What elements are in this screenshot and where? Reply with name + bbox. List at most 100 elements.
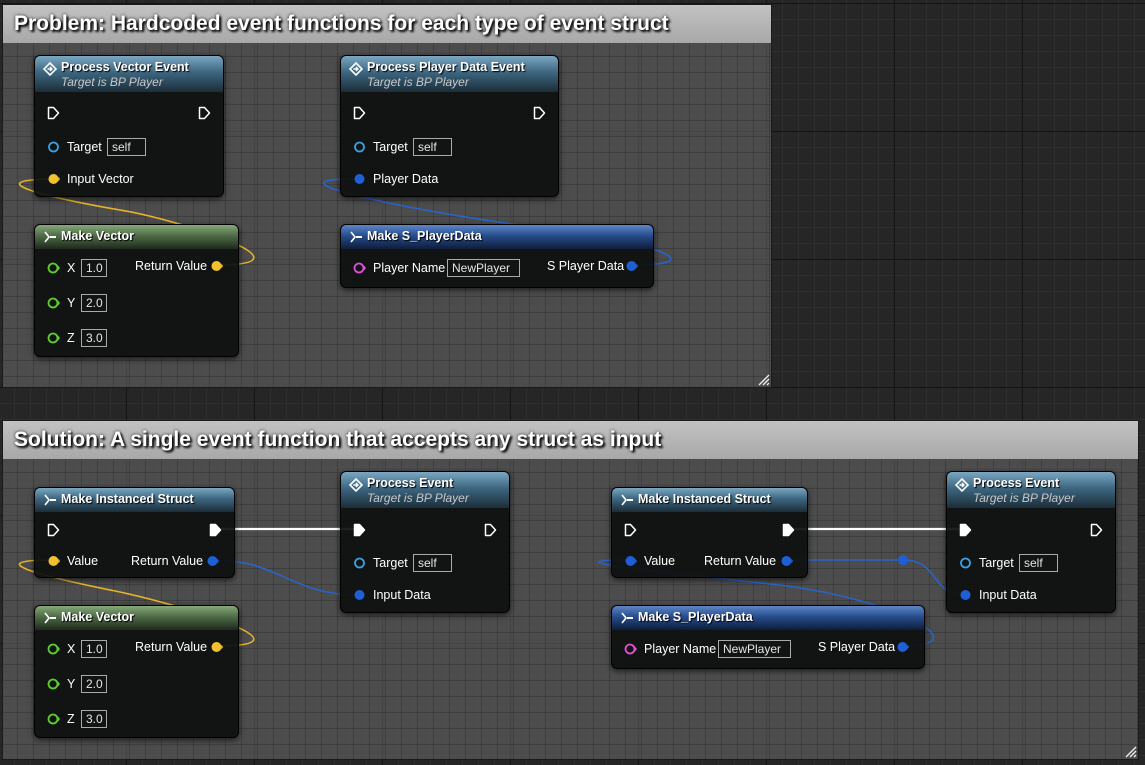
make-player-data-node[interactable]: Make S_PlayerData Player Name NewPlayer … (611, 605, 925, 669)
node-header[interactable]: Make S_PlayerData (341, 225, 653, 249)
y-label: Y (67, 296, 76, 310)
exec-out-pin-icon[interactable] (197, 106, 211, 120)
exec-in-pin-icon[interactable] (352, 523, 366, 537)
process-vector-event-node[interactable]: Process Vector Event Target is BP Player… (34, 55, 224, 197)
target-value-field[interactable]: self (413, 554, 452, 572)
node-title: Make Vector (61, 610, 134, 624)
player-name-label: Player Name (373, 261, 446, 275)
make-instanced-struct-node[interactable]: Make Instanced Struct Value Return Value (34, 487, 235, 578)
node-header[interactable]: Make Vector (35, 606, 238, 630)
target-value-field[interactable]: self (1019, 554, 1058, 572)
node-header[interactable]: Make Vector (35, 225, 238, 249)
node-header[interactable]: Make Instanced Struct (35, 488, 234, 512)
make-instanced-struct-node[interactable]: Make Instanced Struct Value Return Value (611, 487, 808, 578)
resize-grip-icon[interactable] (1123, 744, 1137, 758)
player-name-field[interactable]: NewPlayer (447, 259, 520, 277)
node-title: Process Player Data Event (367, 60, 525, 74)
exec-in-pin-icon[interactable] (958, 523, 972, 537)
x-value-field[interactable]: 1.0 (81, 259, 107, 277)
return-value-label: Return Value (135, 640, 208, 654)
s-player-data-label: S Player Data (547, 259, 625, 273)
process-event-node[interactable]: Process Event Target is BP Player Target… (946, 471, 1116, 613)
return-value-pin-icon[interactable] (780, 555, 794, 567)
return-value-pin-icon[interactable] (210, 641, 224, 653)
target-label: Target (67, 140, 102, 154)
process-player-data-event-node[interactable]: Process Player Data Event Target is BP P… (340, 55, 559, 197)
exec-out-pin-icon[interactable] (1089, 523, 1103, 537)
y-value-field[interactable]: 2.0 (81, 675, 107, 693)
return-value-pin-icon[interactable] (206, 555, 220, 567)
x-label: X (67, 642, 76, 656)
solution-comment-title[interactable]: Solution: A single event function that a… (3, 421, 1138, 459)
node-header[interactable]: Make S_PlayerData (612, 606, 924, 630)
node-header[interactable]: Process Event Target is BP Player (341, 472, 509, 508)
return-value-pin-icon[interactable] (210, 260, 224, 272)
exec-out-pin-icon[interactable] (781, 523, 795, 537)
y-label: Y (67, 677, 76, 691)
target-label: Target (373, 556, 408, 570)
player-data-pin-icon[interactable] (353, 173, 366, 185)
node-subtitle: Target is BP Player (367, 75, 469, 89)
z-value-field[interactable]: 3.0 (81, 329, 107, 347)
target-pin-icon[interactable] (353, 141, 366, 153)
player-name-label: Player Name (644, 642, 717, 656)
exec-out-pin-icon[interactable] (532, 106, 546, 120)
input-data-label: Input Data (979, 588, 1037, 602)
target-pin-icon[interactable] (47, 141, 60, 153)
exec-in-pin-icon[interactable] (623, 523, 637, 537)
function-icon (349, 478, 363, 492)
target-value-field[interactable]: self (107, 138, 146, 156)
z-pin-icon[interactable] (47, 332, 61, 344)
y-pin-icon[interactable] (47, 297, 61, 309)
exec-out-pin-icon[interactable] (483, 523, 497, 537)
resize-grip-icon[interactable] (756, 372, 770, 386)
function-icon (349, 62, 363, 76)
x-pin-icon[interactable] (47, 643, 61, 655)
y-pin-icon[interactable] (47, 678, 61, 690)
y-value-field[interactable]: 2.0 (81, 294, 107, 312)
s-player-data-pin-icon[interactable] (896, 641, 910, 653)
exec-in-pin-icon[interactable] (46, 523, 60, 537)
value-pin-icon[interactable] (624, 555, 638, 567)
player-name-field[interactable]: NewPlayer (718, 640, 791, 658)
input-data-pin-icon[interactable] (353, 589, 366, 601)
node-header[interactable]: Make Instanced Struct (612, 488, 807, 512)
function-icon (43, 62, 57, 76)
exec-in-pin-icon[interactable] (46, 106, 60, 120)
node-header[interactable]: Process Player Data Event Target is BP P… (341, 56, 558, 92)
x-label: X (67, 261, 76, 275)
node-header[interactable]: Process Event Target is BP Player (947, 472, 1115, 508)
input-data-pin-icon[interactable] (959, 589, 972, 601)
z-label: Z (67, 331, 75, 345)
make-vector-node[interactable]: Make Vector Return Value X 1.0 Y 2.0 Z 3… (34, 224, 239, 357)
process-event-node[interactable]: Process Event Target is BP Player Target… (340, 471, 510, 613)
player-name-pin-icon[interactable] (353, 262, 367, 274)
make-player-data-node[interactable]: Make S_PlayerData Player Name NewPlayer … (340, 224, 654, 288)
problem-comment-title[interactable]: Problem: Hardcoded event functions for e… (3, 5, 771, 43)
exec-out-pin-icon[interactable] (208, 523, 222, 537)
function-icon (955, 478, 969, 492)
node-header[interactable]: Process Vector Event Target is BP Player (35, 56, 223, 92)
player-name-pin-icon[interactable] (624, 643, 638, 655)
make-vector-node[interactable]: Make Vector Return Value X 1.0 Y 2.0 Z 3… (34, 605, 239, 738)
value-pin-icon[interactable] (47, 555, 61, 567)
x-value-field[interactable]: 1.0 (81, 640, 107, 658)
input-vector-label: Input Vector (67, 172, 134, 186)
node-title: Make Instanced Struct (638, 492, 771, 506)
make-struct-icon (43, 493, 57, 507)
z-value-field[interactable]: 3.0 (81, 710, 107, 728)
s-player-data-label: S Player Data (818, 640, 896, 654)
x-pin-icon[interactable] (47, 262, 61, 274)
target-pin-icon[interactable] (353, 557, 366, 569)
value-label: Value (644, 554, 676, 568)
target-pin-icon[interactable] (959, 557, 972, 569)
s-player-data-pin-icon[interactable] (625, 260, 639, 272)
node-title: Make Instanced Struct (61, 492, 194, 506)
input-vector-pin-icon[interactable] (47, 173, 60, 185)
exec-in-pin-icon[interactable] (352, 106, 366, 120)
node-title: Process Event (973, 476, 1060, 490)
make-struct-icon (43, 230, 57, 244)
z-pin-icon[interactable] (47, 713, 61, 725)
target-value-field[interactable]: self (413, 138, 452, 156)
return-value-label: Return Value (135, 259, 208, 273)
